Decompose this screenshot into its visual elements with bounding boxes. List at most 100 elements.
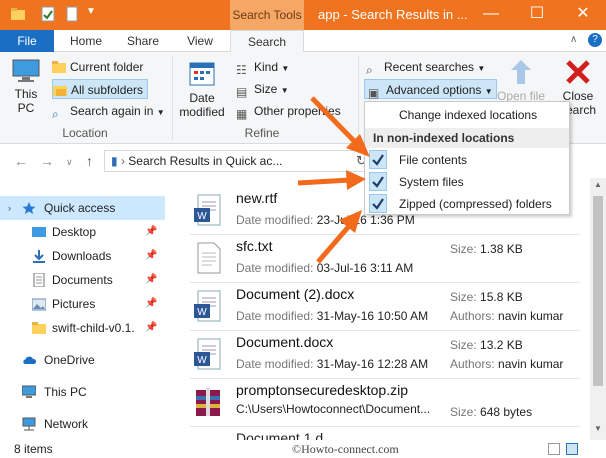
menu-item-file-contents[interactable]: File contents [365,149,569,171]
new-folder-icon[interactable] [64,6,80,22]
checkmark-icon [369,150,387,169]
nav-label: This PC [44,385,87,399]
pin-icon[interactable]: 📌 [145,244,157,268]
other-properties-button[interactable]: ▦ Other properties [236,101,341,121]
properties-icon: ▦ [236,107,248,121]
nav-onedrive[interactable]: OneDrive [0,348,165,372]
nav-network[interactable]: Network [0,412,165,436]
nav-this-pc[interactable]: This PC [0,380,165,404]
documents-icon [33,273,45,287]
calendar-icon [189,62,215,86]
ribbon-separator [172,56,173,140]
advanced-options-button[interactable]: ▣ Advanced options ▼ [364,79,497,100]
nav-label: Downloads [52,249,112,263]
close-button[interactable]: ✕ [560,0,606,30]
chevron-up-icon[interactable]: ∧ [570,34,577,45]
scroll-up-icon[interactable]: ▲ [594,180,602,189]
recent-locations-chevron-icon[interactable]: ∨ [66,157,73,168]
back-arrow-icon[interactable]: ← [14,153,28,169]
file-name: Document.docx [236,334,334,350]
file-row[interactable]: W Document.docx Date modified: 31-May-16… [190,330,590,378]
nav-desktop[interactable]: Desktop 📌 [0,220,165,244]
pin-icon[interactable]: 📌 [145,316,157,340]
nav-quick-access[interactable]: › Quick access [0,196,165,220]
search-again-button[interactable]: ⌕ Search again in ▼ [52,101,165,121]
file-name: promptonsecuredesktop.zip [236,382,408,398]
up-arrow-icon[interactable]: ↑ [86,153,93,169]
file-row[interactable]: promptonsecuredesktop.zip C:\Users\Howto… [190,378,590,426]
search-icon: ⌕ [52,107,59,121]
cloud-icon [23,356,36,364]
all-subfolders-button[interactable]: All subfolders [52,79,149,99]
maximize-button[interactable]: ☐ [514,0,560,30]
downloads-icon [33,250,45,263]
word-document-icon: W [194,338,221,370]
folder-icon[interactable] [10,6,26,22]
meta-value: 31-May-16 12:28 AM [316,357,429,371]
file-name-partial: Document 1.d... [236,430,335,440]
tab-search[interactable]: Search [230,30,304,53]
size-button[interactable]: ▤ Size ▼ [236,79,289,99]
file-row[interactable]: W Document (2).docx Date modified: 31-Ma… [190,282,590,330]
expand-chevron-icon[interactable]: › [8,196,11,220]
minimize-button[interactable]: — [468,0,514,30]
all-subfolders-label: All subfolders [71,83,144,97]
menu-heading: In non-indexed locations [365,128,569,148]
svg-text:W: W [197,211,207,222]
nav-label: Documents [52,273,113,287]
menu-item-change-indexed-locations[interactable]: Change indexed locations [365,104,569,126]
menu-item-system-files[interactable]: System files [365,171,569,193]
nav-pictures[interactable]: Pictures 📌 [0,292,165,316]
current-folder-button[interactable]: Current folder [52,57,143,77]
menu-item-zipped-folders[interactable]: Zipped (compressed) folders [365,193,569,215]
file-row[interactable]: sfc.txt Date modified: 03-Jul-16 3:11 AM… [190,234,590,282]
kind-button[interactable]: ☷ Kind ▼ [236,57,289,77]
this-pc-button[interactable]: This PC [6,58,46,115]
pin-icon[interactable]: 📌 [145,220,157,244]
date-modified-button[interactable]: Date modified [176,60,228,119]
row-divider [190,426,580,427]
help-icon[interactable]: ? [588,33,602,47]
folder-icon [32,322,46,334]
nav-label: swift-child-v0.1. [52,321,135,335]
open-file-location-button[interactable]: Open file [496,58,546,103]
tab-view[interactable]: View [174,30,226,52]
star-icon [22,202,36,214]
svg-text:W: W [197,355,207,366]
nav-documents[interactable]: Documents 📌 [0,268,165,292]
close-search-icon [566,60,590,84]
size-label: Size: [450,242,477,256]
tiles-view-icon[interactable] [566,443,578,455]
word-document-icon: W [194,194,221,226]
folder-icon [52,61,66,73]
file-path: C:\Users\Howtoconnect\Document... [236,402,431,416]
size-value: 15.8 KB [480,290,523,304]
tab-home[interactable]: Home [60,30,112,52]
advanced-options-menu: Change indexed locations In non-indexed … [364,101,570,215]
tab-share[interactable]: Share [116,30,170,52]
file-name: Document (2).docx [236,286,355,302]
item-count: 8 items [14,442,53,456]
tab-file[interactable]: File [0,30,54,52]
ribbon-tabs: File Home Share View Search ∧ ? [0,30,606,53]
pin-icon[interactable]: 📌 [145,292,157,316]
zip-archive-icon [196,388,220,416]
navigation-pane: › Quick access Desktop 📌 Downloads 📌 Docum… [0,186,165,440]
pin-icon[interactable]: 📌 [145,268,157,292]
recent-searches-button[interactable]: ⌕ Recent searches ▼ [366,57,485,77]
nav-downloads[interactable]: Downloads 📌 [0,244,165,268]
vertical-scrollbar[interactable]: ▲ ▼ [590,178,606,440]
properties-icon[interactable] [40,6,56,22]
file-list: W new.rtf Date modified: 23-Jul-16 1:36 … [190,186,590,440]
forward-arrow-icon[interactable]: → [40,153,54,169]
nav-swift-child[interactable]: swift-child-v0.1. 📌 [0,316,165,340]
scroll-thumb[interactable] [593,196,603,386]
details-view-icon[interactable] [548,443,560,455]
refine-group-label: Refine [244,126,280,140]
meta-label: Date modified: [236,261,314,275]
kind-icon: ☷ [236,63,247,77]
chevron-down-icon[interactable]: ▼ [86,6,96,17]
scroll-down-icon[interactable]: ▼ [594,424,602,433]
author-value: navin kumar [498,309,564,323]
address-bar[interactable]: ▮ › Search Results in Quick ac... [104,150,366,172]
